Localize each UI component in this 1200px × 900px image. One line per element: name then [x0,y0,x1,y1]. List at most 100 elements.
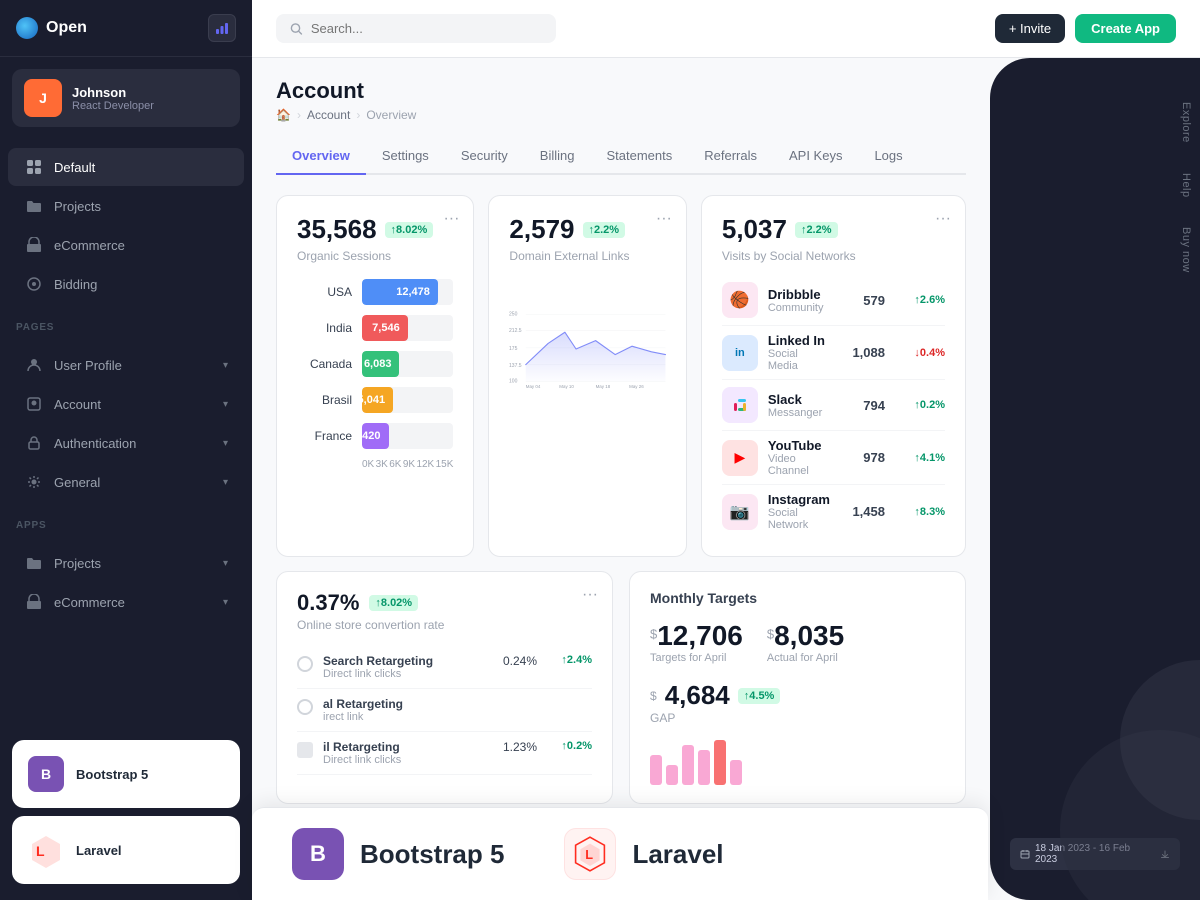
bar-row-france: France 4,420 [297,423,453,449]
nav-item-projects-label: Projects [54,199,228,214]
tab-billing[interactable]: Billing [524,138,591,175]
bootstrap-promo-label: Bootstrap 5 [76,767,148,782]
bar-country-india: India [297,321,352,335]
chevron-down-icon-2: ▾ [223,399,228,410]
bar-row-usa: USA 12,478 [297,279,453,305]
breadcrumb: 🏠 › Account › Overview [276,108,966,122]
invite-button[interactable]: + Invite [995,14,1065,43]
social-value: 5,037 ↑2.2% [722,214,945,245]
explore-tab[interactable]: Explore [990,88,1200,157]
content-wrapper: Account 🏠 › Account › Overview Overview … [252,58,1200,900]
main-area: + Invite Create App Account 🏠 › Account … [252,0,1200,900]
card-menu-domain[interactable]: ··· [656,210,672,228]
sidebar-item-account[interactable]: Account ▾ [8,385,244,423]
bar-fill-canada: 6,083 [362,351,399,377]
avatar-initial: J [39,90,47,106]
sidebar-item-auth-label: Authentication [54,436,213,451]
topbar: + Invite Create App [252,0,1200,58]
monthly-gap: $ 4,684 ↑4.5% [650,680,945,711]
line-chart-svg: 250 212.5 175 137.5 100 [509,279,665,419]
card-menu-organic[interactable]: ··· [443,210,459,228]
domain-links-card: 2,579 ↑2.2% Domain External Links ··· 25… [488,195,686,557]
nav-item-default[interactable]: Default [8,148,244,186]
slack-icon [722,387,758,423]
user-icon [24,355,44,375]
bar-row-india: India 7,546 [297,315,453,341]
promo-bar: B Bootstrap 5 L Laravel [252,807,988,900]
tab-referrals[interactable]: Referrals [688,138,773,175]
bar-track-canada: 6,083 [362,351,453,377]
sidebar-item-user-profile-label: User Profile [54,358,213,373]
bar-track-brasil: 5,041 [362,387,453,413]
tab-settings[interactable]: Settings [366,138,445,175]
social-row-youtube: ▶ YouTube Video Channel 978 ↑4.1% [722,431,945,485]
card-menu-social[interactable]: ··· [935,210,951,228]
side-tabs: Explore Help Buy now [990,68,1200,287]
bar-track-india: 7,546 [362,315,453,341]
sidebar-item-user-profile[interactable]: User Profile ▾ [8,346,244,384]
sidebar-item-account-label: Account [54,397,213,412]
tab-api-keys[interactable]: API Keys [773,138,858,175]
laravel-promo: L Laravel [564,828,723,880]
bottom-cards: 0.37% ↑8.02% Online store convertion rat… [276,571,966,804]
monthly-targets: $12,706 Targets for April [650,620,743,664]
sidebar-item-ecommerce-app[interactable]: eCommerce ▾ [8,583,244,621]
auth-icon [24,433,44,453]
social-row-instagram: 📷 Instagram Social Network 1,458 ↑8.3% [722,485,945,538]
bar-row-brasil: Brasil 5,041 [297,387,453,413]
nav-item-bidding[interactable]: Bidding [8,265,244,303]
domain-value: 2,579 ↑2.2% [509,214,665,245]
sidebar-item-authentication[interactable]: Authentication ▾ [8,424,244,462]
dribbble-icon: 🏀 [722,282,758,318]
svg-text:L: L [36,843,45,859]
bar-axis: 0K3K6K9K12K15K [297,459,453,470]
search-input[interactable] [311,21,542,36]
bar-fill-india: 7,546 [362,315,408,341]
monthly-actual: $8,035 Actual for April [767,620,844,664]
instagram-icon: 📷 [722,494,758,530]
retarget-row-1: Search Retargeting Direct link clicks 0.… [297,646,592,689]
retarget-circle-1 [297,656,313,672]
apps-nav: Projects ▾ eCommerce ▾ [0,535,252,630]
breadcrumb-account[interactable]: Account [307,108,350,122]
page-header: Account 🏠 › Account › Overview [276,78,966,122]
organic-badge: ↑8.02% [385,222,434,238]
social-info-youtube: YouTube Video Channel [768,438,830,477]
chevron-down-icon-6: ▾ [223,597,228,608]
create-app-button[interactable]: Create App [1075,14,1176,43]
search-icon [290,22,303,36]
social-badge: ↑2.2% [795,222,838,238]
domain-badge: ↑2.2% [583,222,626,238]
svg-text:250: 250 [509,311,518,317]
social-label: Visits by Social Networks [722,249,945,263]
tab-overview[interactable]: Overview [276,138,366,175]
breadcrumb-sep-1: › [297,108,301,122]
bar-country-france: France [297,429,352,443]
sidebar-item-general[interactable]: General ▾ [8,463,244,501]
general-icon [24,472,44,492]
bootstrap-label: Bootstrap 5 [360,839,504,870]
sidebar-item-projects-app-label: Projects [54,556,213,571]
store-icon [24,235,44,255]
laravel-promo-label: Laravel [76,843,122,858]
buy-now-tab[interactable]: Buy now [990,213,1200,287]
home-icon: 🏠 [276,108,291,122]
user-info: Johnson React Developer [72,85,154,112]
tab-security[interactable]: Security [445,138,524,175]
svg-text:100: 100 [509,379,518,385]
tab-statements[interactable]: Statements [590,138,688,175]
top-stats: 35,568 ↑8.02% Organic Sessions ··· USA 1… [276,195,966,557]
bar-fill-usa: 12,478 [362,279,438,305]
svg-text:L: L [586,847,594,862]
sidebar-item-projects-app[interactable]: Projects ▾ [8,544,244,582]
user-name: Johnson [72,85,154,100]
sidebar-toggle[interactable] [208,14,236,42]
help-tab[interactable]: Help [990,159,1200,212]
tab-logs[interactable]: Logs [858,138,918,175]
nav-item-projects[interactable]: Projects [8,187,244,225]
card-menu-conversion[interactable]: ··· [582,586,598,604]
nav-item-ecommerce[interactable]: eCommerce [8,226,244,264]
chevron-down-icon-3: ▾ [223,438,228,449]
social-info-linkedin: Linked In Social Media [768,333,830,372]
nav-item-default-label: Default [54,160,228,175]
